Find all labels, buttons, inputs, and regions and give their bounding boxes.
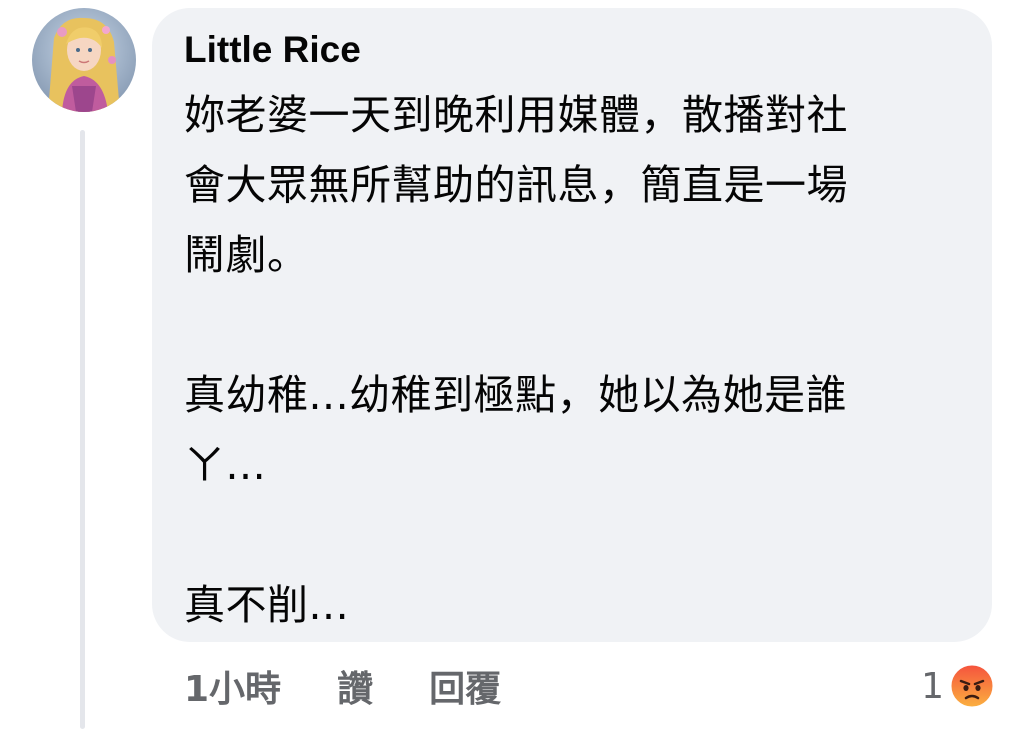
comment-text-line: 妳老婆一天到晚利用媒體，散播對社 — [184, 91, 848, 139]
like-button[interactable]: 讚 — [337, 660, 373, 712]
comment-text-line: 真不削... — [184, 581, 350, 629]
avatar[interactable] — [32, 8, 136, 112]
comment-actions: 1小時 讚 回覆 — [184, 658, 501, 714]
comment-text-line — [184, 500, 974, 570]
reply-button[interactable]: 回覆 — [429, 660, 501, 712]
comment-text-line: 鬧劇。 — [184, 231, 309, 279]
reaction-count: 1 — [921, 665, 944, 707]
comment-text-line — [184, 290, 974, 360]
reply-thread-line — [80, 130, 85, 729]
angry-reaction-icon — [950, 664, 994, 708]
comment-text: 妳老婆一天到晚利用媒體，散播對社 會大眾無所幫助的訊息，簡直是一場 鬧劇。 真幼… — [184, 80, 974, 640]
avatar-image — [32, 8, 136, 112]
comment-text-line: ㄚ... — [184, 441, 267, 489]
comment-thread: Little Rice 妳老婆一天到晚利用媒體，散播對社 會大眾無所幫助的訊息，… — [0, 0, 1024, 729]
comment-text-line: 會大眾無所幫助的訊息，簡直是一場 — [184, 161, 848, 209]
comment-author-name[interactable]: Little Rice — [184, 28, 361, 72]
comment-text-line: 真幼稚...幼稚到極點，她以為她是誰 — [184, 371, 848, 419]
comment-timestamp[interactable]: 1小時 — [184, 660, 281, 712]
reaction-summary[interactable]: 1 — [921, 658, 994, 714]
